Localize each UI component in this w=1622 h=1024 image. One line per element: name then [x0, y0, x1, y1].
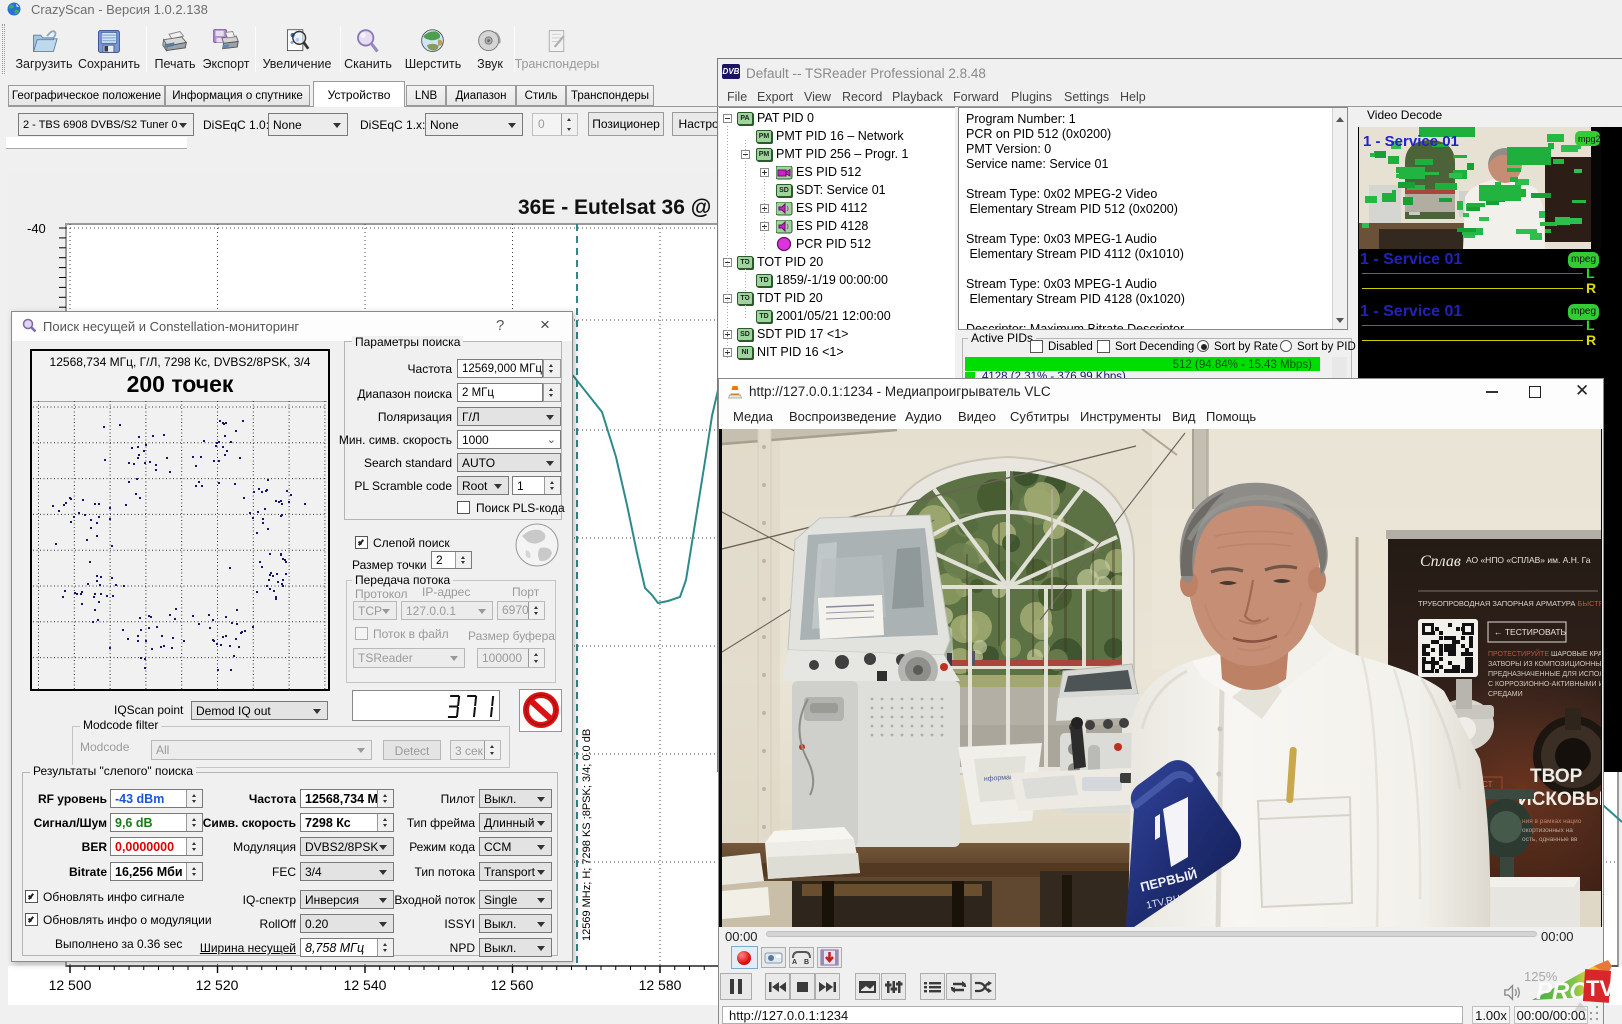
svg-text:ПРЕДНАЗНАЧЕННЫЕ ДЛЯ ИСПОЛЬЗ: ПРЕДНАЗНАЧЕННЫЕ ДЛЯ ИСПОЛЬЗ — [1488, 671, 1601, 678]
svg-text:PRO: PRO — [1536, 978, 1588, 1005]
svg-text:ПРОТЕСТИРУЙТЕ ШАРОВЫЕ КРАНЫ: ПРОТЕСТИРУЙТЕ ШАРОВЫЕ КРАНЫ — [1488, 649, 1601, 658]
svg-text:ния в рамках нацио: ния в рамках нацио — [1522, 818, 1582, 825]
svg-text:← ТЕСТИРОВАТЬ: ← ТЕСТИРОВАТЬ — [1494, 627, 1567, 637]
svg-text:С КОРРОЗИОННО-АКТИВНЫМИ И А: С КОРРОЗИОННО-АКТИВНЫМИ И А — [1488, 681, 1601, 688]
svg-text:окортизонных на: окортизонных на — [1522, 827, 1573, 834]
svg-text:B: B — [804, 959, 809, 965]
svg-text:ЗАТВОРЫ ИЗ КОМПОЗИЦИОННЫХ М: ЗАТВОРЫ ИЗ КОМПОЗИЦИОННЫХ М — [1488, 661, 1601, 668]
svg-text:mpg2: mpg2 — [1578, 134, 1601, 144]
svg-text:АО «НПО «СПЛАВ» им. А.Н. Га: АО «НПО «СПЛАВ» им. А.Н. Га — [1466, 555, 1591, 565]
svg-text:TV: TV — [1586, 976, 1614, 1001]
svg-text:СРЕДАМИ: СРЕДАМИ — [1488, 691, 1523, 698]
svg-text:ТРУБОПРОВОДНАЯ ЗАПОРНАЯ АРМАТУ: ТРУБОПРОВОДНАЯ ЗАПОРНАЯ АРМАТУРА БЫСТРО … — [1418, 599, 1601, 608]
svg-text:1 - Service 01: 1 - Service 01 — [1363, 133, 1459, 150]
svg-text:ость, однанные вв: ость, однанные вв — [1522, 836, 1578, 843]
svg-text:Сплав: Сплав — [1420, 553, 1461, 570]
svg-text:A: A — [792, 959, 797, 965]
svg-text:ТВОР: ТВОР — [1530, 766, 1583, 787]
